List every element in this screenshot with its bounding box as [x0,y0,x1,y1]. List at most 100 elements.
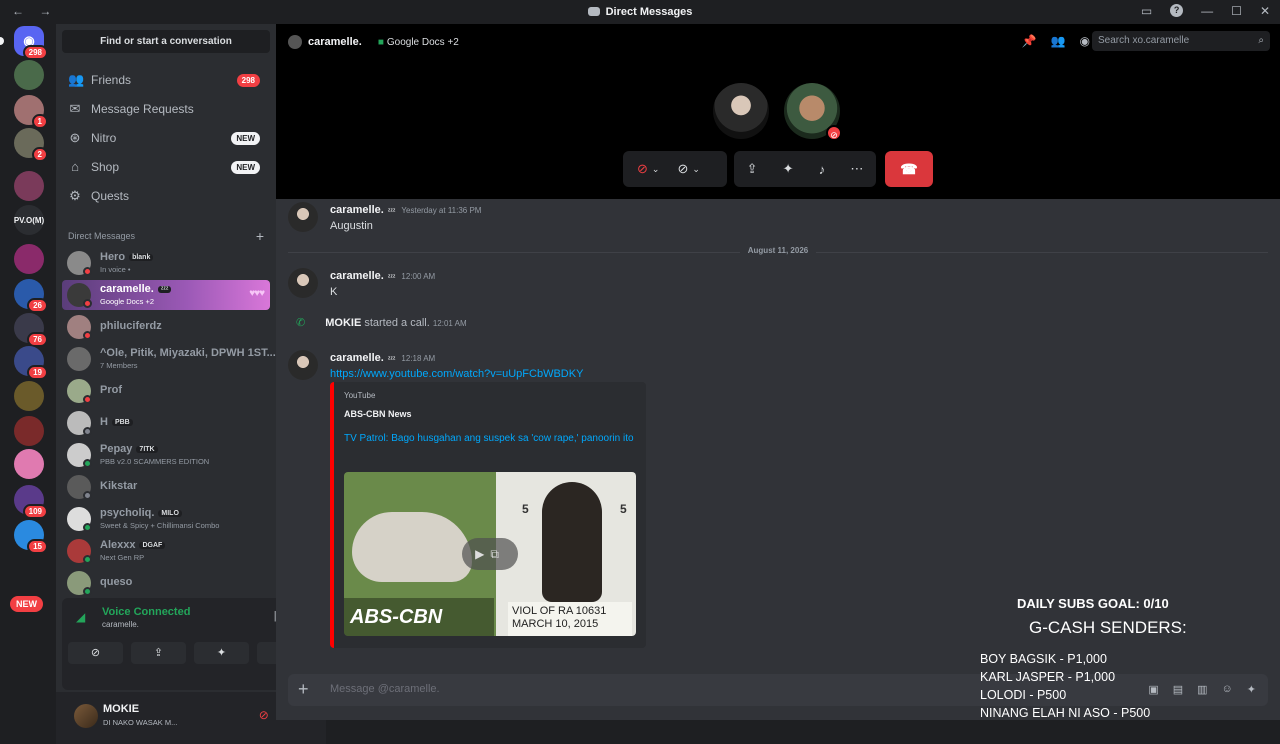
status-indicator [83,299,92,308]
dm-item[interactable]: Prof [62,376,270,406]
server-icon-server-i[interactable]: 15 [14,520,48,554]
dm-item[interactable]: caramelle. ᶻᶻᶻ Google Docs +2 ♥♥♥ [62,280,270,310]
dm-item[interactable]: Kikstar [62,472,270,502]
server-icon-server-b[interactable] [14,244,44,274]
soundboard-icon[interactable]: ♪ [819,162,826,177]
help-icon[interactable]: ? [1170,4,1184,17]
minimize-button[interactable]: — [1201,4,1213,18]
server-avatar [14,244,44,274]
server-icon-server-pvo[interactable]: PV.O(M) [14,205,44,235]
dm-item[interactable]: Hero blank In voice • [62,248,270,278]
camera-off-icon[interactable]: ⊘ [677,161,688,177]
dm-item[interactable]: H PBB [62,408,270,438]
dm-name-text: Alexxx [100,539,136,551]
nav-quests[interactable]: ⚙ Quests [62,183,270,209]
nav-friends[interactable]: 👥 Friends 298 [62,67,270,93]
home-button[interactable]: ◉ 298 [0,26,48,60]
activities-button[interactable]: ✦ [194,642,249,664]
find-conversation-button[interactable]: Find or start a conversation [62,30,270,53]
server-icon-server-n[interactable]: 19 [14,346,48,380]
status-indicator [83,267,92,276]
author-name[interactable]: caramelle. [330,352,384,364]
server-icon-server-e[interactable] [14,381,44,411]
embed-title[interactable]: TV Patrol: Bago husgahan ang suspek sa '… [344,430,634,447]
video-thumbnail[interactable]: 5 5 VIOL OF RA 10631 MARCH 10, 2015 ABS-C… [344,472,636,636]
server-icon-server-f[interactable] [14,416,44,446]
system-user[interactable]: MOKIE [325,317,361,329]
close-button[interactable]: ✕ [1260,4,1270,18]
share-screen-icon[interactable]: ⇪ [747,161,758,177]
camera-off-button[interactable]: ⊘ [68,642,123,664]
dm-name: philuciferdz [100,320,162,332]
add-friend-icon[interactable]: 👥 [1051,34,1066,48]
camera-options-chevron-icon[interactable]: ⌄ [692,164,700,175]
server-icon-server-c[interactable]: 26 [14,279,48,313]
dm-item[interactable]: ^Ole, Pitik, Miyazaki, DPWH 1ST... 7 Memb… [62,344,276,374]
author-avatar[interactable] [288,350,318,380]
apps-icon[interactable]: ✦ [1247,683,1256,696]
more-options-icon[interactable]: ⋯ [850,161,863,177]
author-name[interactable]: caramelle. [330,204,384,216]
dm-item[interactable]: queso [62,568,270,598]
mic-options-chevron-icon[interactable]: ⌄ [652,164,660,175]
mic-muted-button[interactable]: ⊘ [637,161,648,177]
voice-status[interactable]: Voice Connected [102,606,190,618]
share-screen-button[interactable]: ⇪ [131,642,186,664]
maximize-button[interactable]: ☐ [1231,4,1242,18]
nitro-icon: ⊛ [69,130,81,145]
dm-tag: PBB [111,419,133,426]
dm-item[interactable]: philuciferdz [62,312,270,342]
thumbnail-number: 5 [522,502,529,516]
new-badge[interactable]: NEW [10,596,43,612]
play-icon[interactable]: ▶⧉ [462,538,518,570]
header-username[interactable]: caramelle. [308,36,362,48]
server-icon-server-d[interactable]: 76 [14,313,48,347]
dm-name-text: Prof [100,384,122,396]
server-icon-server-h[interactable]: 109 [14,485,48,519]
message-time: Yesterday at 11:36 PM [401,206,482,215]
nav-nitro[interactable]: ⊛ Nitro NEW [62,125,270,151]
dm-name-text: Kikstar [100,480,138,492]
message-link[interactable]: https://www.youtube.com/watch?v=uUpFCbWB… [330,368,583,380]
server-icon-dm-1[interactable] [14,60,44,90]
server-icon-server-a[interactable] [14,171,44,201]
emoji-icon[interactable]: ☺ [1222,683,1233,696]
dm-item[interactable]: Alexxx DGAF Next Gen RP [62,536,270,566]
sticker-icon[interactable]: ▥ [1197,683,1207,696]
dm-item[interactable]: Pepay 7ITK PBB v2.0 SCAMMERS EDITION [62,440,270,470]
end-call-button[interactable]: ☎ [885,151,933,187]
dm-name-text: queso [100,576,133,588]
nav-message-requests[interactable]: ✉ Message Requests [62,96,270,122]
create-dm-icon[interactable]: + [256,228,264,244]
dm-subtext: 7 Members [100,361,138,370]
voice-channel[interactable]: caramelle. [102,620,139,629]
muted-icon: ⊘ [826,125,842,141]
server-badge: 2 [31,147,48,162]
message-composer[interactable]: + Message @caramelle. ▣ ▤ ▥ ☺ ✦ [288,674,1268,706]
plate-line-2: MARCH 10, 2015 [512,618,599,630]
gift-icon[interactable]: ▣ [1148,683,1158,696]
server-avatar: PV.O(M) [14,205,44,235]
date-divider: August 11, 2026 [288,246,1268,258]
call-avatar-caramelle[interactable] [713,83,769,139]
donor-line: LOLODI - P500 [980,688,1067,702]
search-input[interactable]: Search xo.caramelle ⌕ [1092,31,1270,51]
server-icon-dm-2[interactable]: 1 [14,95,48,129]
dm-tag: MILO [158,510,182,517]
embed-author[interactable]: ABS-CBN News [344,409,412,419]
server-icon-server-g[interactable] [14,449,44,479]
nav-shop[interactable]: ⌂ Shop NEW [62,154,270,180]
author-name[interactable]: caramelle. [330,270,384,282]
dm-item[interactable]: psycholiq. MILO Sweet & Spicy + Chillimans… [62,504,270,534]
gif-icon[interactable]: ▤ [1173,683,1183,696]
server-icon-dm-3[interactable]: 2 [14,128,48,162]
activities-icon[interactable]: ✦ [783,161,794,177]
author-avatar[interactable] [288,202,318,232]
inbox-icon[interactable]: ▭ [1141,4,1152,18]
profile-icon[interactable]: ◉ [1080,34,1090,48]
pin-icon[interactable]: 📌 [1022,34,1037,48]
call-avatar-mokie[interactable]: ⊘ [784,83,842,141]
attach-plus-icon[interactable]: + [298,679,309,700]
author-avatar[interactable] [288,268,318,298]
user-avatar[interactable] [74,704,98,728]
